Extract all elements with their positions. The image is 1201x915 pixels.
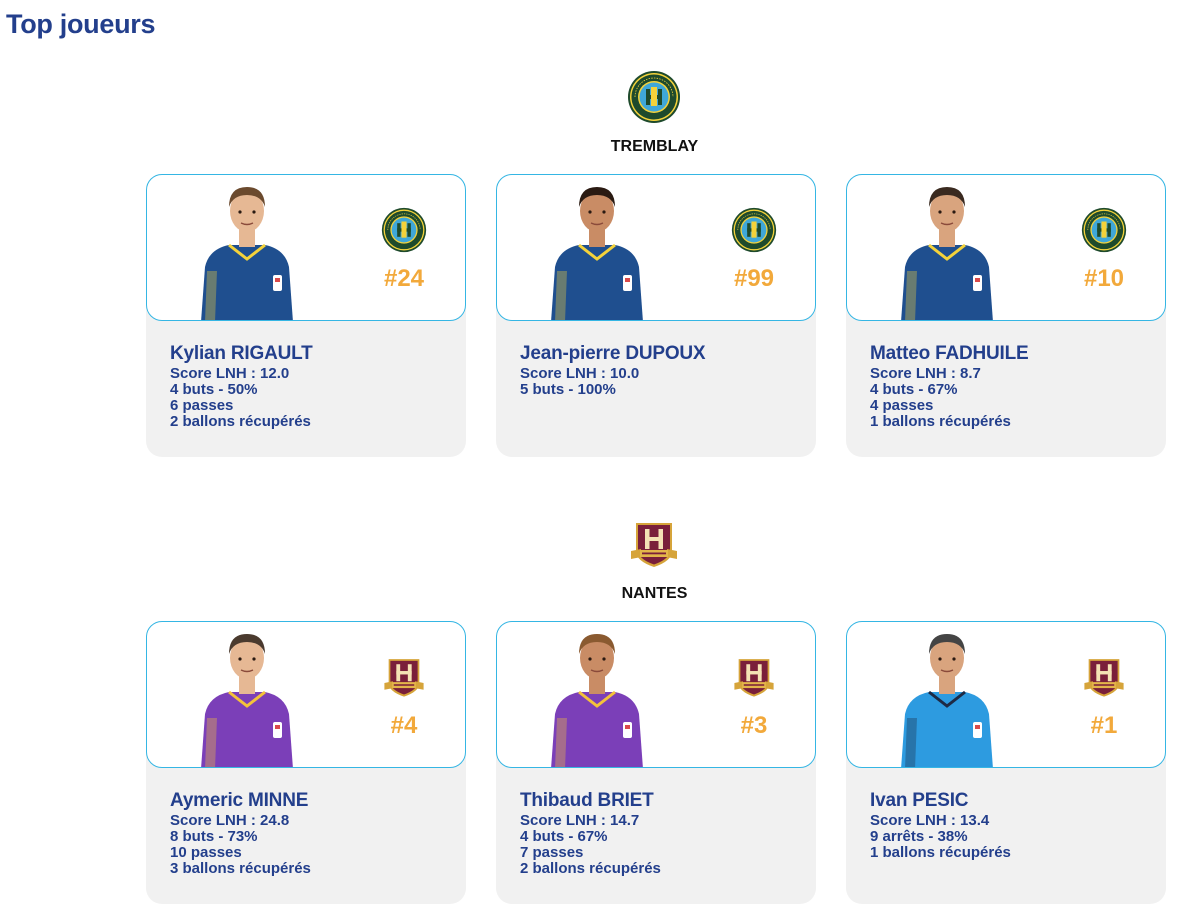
hbc-nantes-crest-icon (627, 517, 681, 571)
player-stat: 1 ballons récupérés (870, 844, 1011, 861)
tremblay-handball-crest-icon (1081, 207, 1127, 253)
player-card-header: #1 (846, 621, 1166, 768)
jersey-number: #10 (1083, 265, 1125, 292)
tremblay-handball-crest-icon (627, 70, 681, 124)
player-name: Aymeric MINNE (170, 790, 309, 811)
player-photo (887, 175, 1007, 320)
player-stat: Score LNH : 14.7 (520, 812, 640, 829)
player-card-header: #10 (846, 174, 1166, 321)
player-name: Ivan PESIC (870, 790, 969, 811)
player-stat: 4 passes (870, 397, 934, 414)
player-info: Ivan PESIC Score LNH : 13.4 9 arrêts - 38… (870, 789, 1160, 861)
player-stat: 6 passes (170, 397, 234, 414)
team-name: TREMBLAY (610, 138, 699, 155)
jersey-number: #4 (390, 712, 418, 739)
player-card-header: #24 (146, 174, 466, 321)
player-stat: 4 buts - 67% (870, 381, 958, 398)
player-stat: 2 ballons récupérés (170, 413, 311, 430)
player-card-header: #3 (496, 621, 816, 768)
hbc-nantes-crest-icon (381, 654, 427, 700)
player-name: Kylian RIGAULT (170, 343, 313, 364)
player-name: Thibaud BRIET (520, 790, 654, 811)
player-stat: 4 buts - 67% (520, 828, 608, 845)
player-stat: 4 buts - 50% (170, 381, 258, 398)
player-info: Aymeric MINNE Score LNH : 24.8 8 buts - 7… (170, 789, 460, 877)
player-stat: Score LNH : 8.7 (870, 365, 981, 382)
player-card[interactable]: #99 Jean-pierre DUPOUX Score LNH : 10.0 5… (496, 174, 816, 457)
player-info: Jean-pierre DUPOUX Score LNH : 10.0 5 but… (520, 342, 810, 398)
player-card[interactable]: #24 Kylian RIGAULT Score LNH : 12.0 4 but… (146, 174, 466, 457)
player-stat: 10 passes (170, 844, 242, 861)
jersey-number: #24 (383, 265, 425, 292)
player-stat: 7 passes (520, 844, 584, 861)
team-name: NANTES (621, 585, 688, 602)
tremblay-handball-crest-icon (381, 207, 427, 253)
page-title: Top joueurs (6, 9, 156, 39)
player-stat: Score LNH : 24.8 (170, 812, 290, 829)
player-card[interactable]: #10 Matteo FADHUILE Score LNH : 8.7 4 but… (846, 174, 1166, 457)
player-photo (187, 622, 307, 767)
jersey-number: #99 (733, 265, 775, 292)
jersey-number: #1 (1090, 712, 1118, 739)
player-photo (887, 622, 1007, 767)
player-stat: 8 buts - 73% (170, 828, 258, 845)
player-stat: 5 buts - 100% (520, 381, 616, 398)
player-card[interactable]: #3 Thibaud BRIET Score LNH : 14.7 4 buts … (496, 621, 816, 904)
jersey-number: #3 (740, 712, 768, 739)
player-stat: Score LNH : 13.4 (870, 812, 990, 829)
hbc-nantes-crest-icon (1081, 654, 1127, 700)
player-stat: Score LNH : 10.0 (520, 365, 640, 382)
player-card[interactable]: #4 Aymeric MINNE Score LNH : 24.8 8 buts … (146, 621, 466, 904)
tremblay-handball-crest-icon (731, 207, 777, 253)
player-name: Jean-pierre DUPOUX (520, 343, 706, 364)
player-stat: 1 ballons récupérés (870, 413, 1011, 430)
player-stat: 2 ballons récupérés (520, 860, 661, 877)
player-card-header: #4 (146, 621, 466, 768)
player-photo (537, 622, 657, 767)
player-stat: 9 arrêts - 38% (870, 828, 968, 845)
player-stat: Score LNH : 12.0 (170, 365, 290, 382)
player-info: Kylian RIGAULT Score LNH : 12.0 4 buts - … (170, 342, 460, 430)
player-stat: 3 ballons récupérés (170, 860, 311, 877)
player-card-header: #99 (496, 174, 816, 321)
player-name: Matteo FADHUILE (870, 343, 1029, 364)
player-photo (187, 175, 307, 320)
player-info: Thibaud BRIET Score LNH : 14.7 4 buts - 6… (520, 789, 810, 877)
player-card[interactable]: #1 Ivan PESIC Score LNH : 13.4 9 arrêts -… (846, 621, 1166, 904)
player-info: Matteo FADHUILE Score LNH : 8.7 4 buts - … (870, 342, 1160, 430)
player-photo (537, 175, 657, 320)
hbc-nantes-crest-icon (731, 654, 777, 700)
